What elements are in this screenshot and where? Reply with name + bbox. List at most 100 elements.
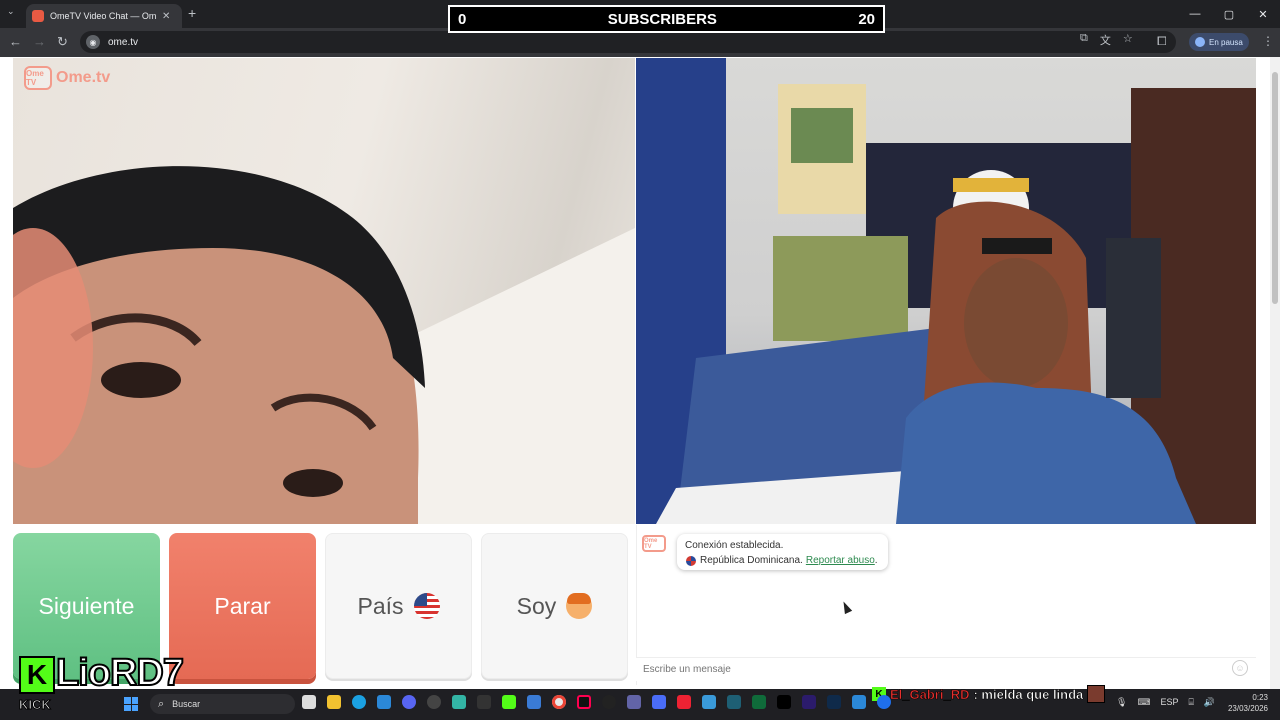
excel-icon[interactable] [752, 695, 766, 709]
taskbar-search-label: Buscar [172, 699, 201, 709]
windows-start-icon[interactable] [124, 697, 138, 711]
stream-chat-message: K El_Gabri_RD : mielda que linda [872, 685, 1106, 703]
window-app-icon[interactable] [527, 695, 541, 709]
store-icon[interactable] [377, 695, 391, 709]
system-tray: 🎙 ⌨ ESP ⌸ 🔊 [1116, 697, 1215, 708]
discord-icon[interactable] [402, 695, 416, 709]
self-video-frame [636, 58, 1256, 524]
keyboard-icon[interactable]: ⌨ [1137, 697, 1150, 708]
kick-logo-icon: K [19, 656, 55, 694]
maximize-button[interactable]: ▢ [1212, 0, 1246, 28]
subs-goal: 20 [858, 10, 875, 28]
tab-search-icon[interactable]: ⌄ [7, 6, 15, 17]
scrollbar-thumb[interactable] [1272, 72, 1278, 304]
video-app-icon[interactable] [677, 695, 691, 709]
edge-icon[interactable] [352, 695, 366, 709]
epic-games-icon[interactable] [477, 695, 491, 709]
self-video [636, 58, 1256, 524]
taskbar-search[interactable]: ⌕ Buscar [150, 694, 295, 714]
chat-message-text: : mielda que linda [973, 686, 1084, 702]
chat-username: El_Gabri_RD [890, 686, 970, 702]
app-icon[interactable] [452, 695, 466, 709]
bookmark-star-icon[interactable]: ☆ [1123, 32, 1133, 48]
stop-button[interactable]: Parar [169, 533, 316, 679]
search-icon: ⌕ [158, 697, 165, 710]
gender-select-button[interactable]: Soy [481, 533, 628, 679]
clock-time: 0:23 [1252, 693, 1268, 702]
new-tab-button[interactable]: + [188, 5, 196, 21]
streamer-platform: KICK [19, 697, 52, 713]
back-arrow-icon[interactable]: ← [9, 34, 22, 49]
tiktok-icon[interactable] [577, 695, 591, 709]
subs-start: 0 [458, 10, 467, 28]
capcut-icon[interactable] [777, 695, 791, 709]
streamer-name: LioRD7 [55, 651, 185, 695]
chrome-icon[interactable] [552, 695, 566, 709]
teams-icon[interactable] [627, 695, 641, 709]
reload-icon[interactable]: ↻ [57, 34, 68, 50]
tab-title: OmeTV Video Chat — Ome [50, 11, 156, 21]
app2-icon[interactable] [652, 695, 666, 709]
country-button-label: País [357, 592, 404, 619]
chat-avatar [1087, 685, 1106, 703]
stop-button-label: Parar [214, 592, 271, 619]
app5-icon[interactable] [852, 695, 866, 709]
media-app-icon[interactable] [602, 695, 616, 709]
minimize-button[interactable]: — [1178, 0, 1212, 28]
premiere-icon[interactable] [802, 695, 816, 709]
partner-country-row: República Dominicana. Reportar abuso. [685, 553, 880, 568]
connection-status: Conexión establecida. [685, 540, 784, 551]
taskbar-clock[interactable]: 0:23 23/03/2026 [1222, 692, 1268, 714]
report-abuse-link[interactable]: Reportar abuso [806, 555, 875, 566]
microphone-icon[interactable]: 🎙 [1116, 697, 1127, 708]
address-bar[interactable]: ◉ ome.tv [80, 31, 1176, 53]
ometv-logo-icon: Ome TV [24, 66, 52, 90]
gender-button-label: Soy [516, 592, 557, 619]
app4-icon[interactable] [727, 695, 741, 709]
task-view-icon[interactable] [302, 695, 316, 709]
ometv-logo[interactable]: Ome TV Ome.tv [24, 66, 110, 90]
report-suffix: . [874, 555, 878, 566]
dominican-flag-icon [685, 554, 697, 567]
close-window-button[interactable]: ✕ [1246, 0, 1280, 28]
us-flag-icon [413, 593, 440, 619]
profile-status: En pausa [1209, 37, 1243, 47]
profile-avatar-icon [1195, 37, 1205, 47]
input-language[interactable]: ESP [1160, 697, 1178, 708]
subs-label: SUBSCRIBERS [607, 10, 717, 28]
system-message: Conexión establecida. República Dominica… [677, 534, 888, 570]
chat-ometv-icon: Ome TV [642, 535, 666, 552]
cast-icon[interactable]: ⧉ [1080, 32, 1088, 48]
next-button-label: Siguiente [38, 592, 135, 619]
clock-date: 23/03/2026 [1227, 704, 1268, 713]
obs-icon[interactable] [427, 695, 441, 709]
boy-icon [566, 593, 593, 619]
partner-country: República Dominicana. [700, 555, 803, 566]
window-controls: — ▢ ✕ [1178, 0, 1280, 28]
kick-app-icon[interactable] [502, 695, 516, 709]
app6-icon[interactable] [877, 695, 891, 709]
subscriber-goal-overlay: 0 SUBSCRIBERS 20 [448, 5, 885, 33]
taskbar-apps [302, 695, 891, 709]
translate-icon[interactable]: 文 [1100, 32, 1111, 48]
stranger-video-frame [13, 166, 635, 524]
app3-icon[interactable] [702, 695, 716, 709]
profile-pause-button[interactable]: En pausa [1189, 33, 1249, 51]
stranger-video [13, 58, 635, 524]
volume-icon[interactable]: 🔊 [1204, 697, 1215, 708]
url-text: ome.tv [108, 36, 139, 48]
tab-close-icon[interactable]: ✕ [162, 11, 170, 22]
message-input[interactable] [636, 657, 1256, 681]
tab-ometv[interactable]: OmeTV Video Chat — Ome ✕ [26, 4, 182, 28]
omnibox-actions: ⧉ 文 ☆ [1080, 32, 1133, 48]
menu-kebab-icon[interactable]: ⋮ [1262, 34, 1274, 48]
photoshop-icon[interactable] [827, 695, 841, 709]
file-explorer-icon[interactable] [327, 695, 341, 709]
extensions-puzzle-icon[interactable]: ⧠ [1157, 34, 1167, 49]
forward-arrow-icon[interactable]: → [33, 34, 46, 49]
country-filter-button[interactable]: País [325, 533, 472, 679]
network-icon[interactable]: ⌸ [1188, 697, 1193, 708]
screen: ⌄ OmeTV Video Chat — Ome ✕ + — ▢ ✕ ← → ↻… [0, 0, 1280, 720]
emoji-icon[interactable]: ☺ [1232, 660, 1248, 676]
site-info-icon[interactable]: ◉ [86, 35, 100, 49]
